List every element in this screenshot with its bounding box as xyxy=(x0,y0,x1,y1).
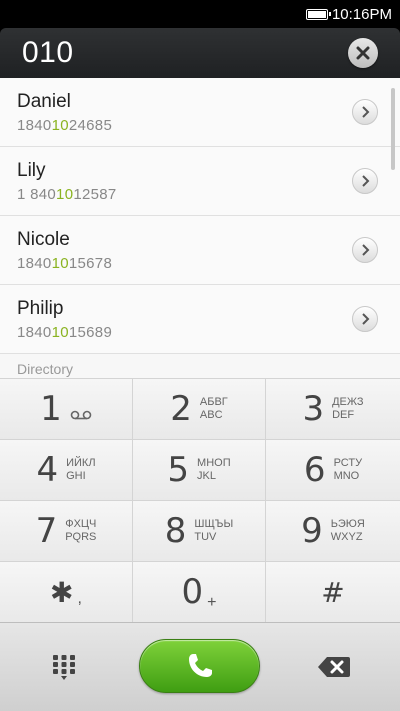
battery-icon xyxy=(305,8,331,20)
contact-detail-button[interactable] xyxy=(352,237,378,263)
backspace-icon[interactable] xyxy=(317,655,351,679)
key-2[interactable]: 2 АБВГ ABC xyxy=(133,378,266,439)
key-1[interactable]: 1 xyxy=(0,378,133,439)
list-scrollbar[interactable] xyxy=(391,88,395,170)
phone-icon xyxy=(188,654,212,677)
key-4[interactable]: 4 ИЙКЛ GHI xyxy=(0,439,133,500)
key-6[interactable]: 6 РСТУ MNO xyxy=(266,439,400,500)
dial-search-header: 010 xyxy=(0,28,400,78)
contact-name: Nicole xyxy=(17,229,70,250)
contact-number: 1 8401012587 xyxy=(17,186,117,203)
contact-number: 18401024685 xyxy=(17,117,113,134)
chevron-right-icon xyxy=(362,244,370,256)
contact-name: Lily xyxy=(17,160,46,181)
dialpad: 1 2 АБВГ ABC 3 ДЕЖЗ DEF 4 ИЙКЛ GHI 5 МНОП JK… xyxy=(0,378,400,622)
dialer-action-bar xyxy=(0,622,400,711)
contact-name: Daniel xyxy=(17,91,71,112)
chevron-right-icon xyxy=(362,313,370,325)
voicemail-icon xyxy=(70,410,92,420)
key-7[interactable]: 7 ФХЦЧ PQRS xyxy=(0,500,133,561)
dialed-number[interactable]: 010 xyxy=(22,36,74,70)
status-bar: 10:16PM xyxy=(0,0,400,28)
key-hash[interactable]: # xyxy=(266,561,400,622)
contact-detail-button[interactable] xyxy=(352,306,378,332)
key-3[interactable]: 3 ДЕЖЗ DEF xyxy=(266,378,400,439)
key-star[interactable]: ✱ , xyxy=(0,561,133,622)
chevron-right-icon xyxy=(362,106,370,118)
contact-number: 18401015689 xyxy=(17,324,113,341)
contact-number: 18401015678 xyxy=(17,255,113,272)
contact-detail-button[interactable] xyxy=(352,168,378,194)
call-button[interactable] xyxy=(139,639,260,693)
contact-row[interactable]: Lily 1 8401012587 xyxy=(0,147,400,216)
key-8[interactable]: 8 ШЩЪЫ TUV xyxy=(133,500,266,561)
key-5[interactable]: 5 МНОП JKL xyxy=(133,439,266,500)
clear-button[interactable] xyxy=(348,38,378,68)
close-icon xyxy=(356,46,370,60)
contact-row[interactable]: Philip 18401015689 xyxy=(0,285,400,354)
contact-results-list: Daniel 18401024685 Lily 1 8401012587 Nic… xyxy=(0,78,400,378)
key-0[interactable]: 0 + xyxy=(133,561,266,622)
contact-detail-button[interactable] xyxy=(352,99,378,125)
directory-section-label: Directory xyxy=(17,361,74,377)
key-9[interactable]: 9 ЬЭЮЯ WXYZ xyxy=(266,500,400,561)
chevron-right-icon xyxy=(362,175,370,187)
contact-row[interactable]: Nicole 18401015678 xyxy=(0,216,400,285)
contact-name: Philip xyxy=(17,298,64,319)
keypad-toggle-icon[interactable] xyxy=(50,653,78,681)
status-time: 10:16PM xyxy=(331,5,392,23)
contact-row[interactable]: Daniel 18401024685 xyxy=(0,78,400,147)
